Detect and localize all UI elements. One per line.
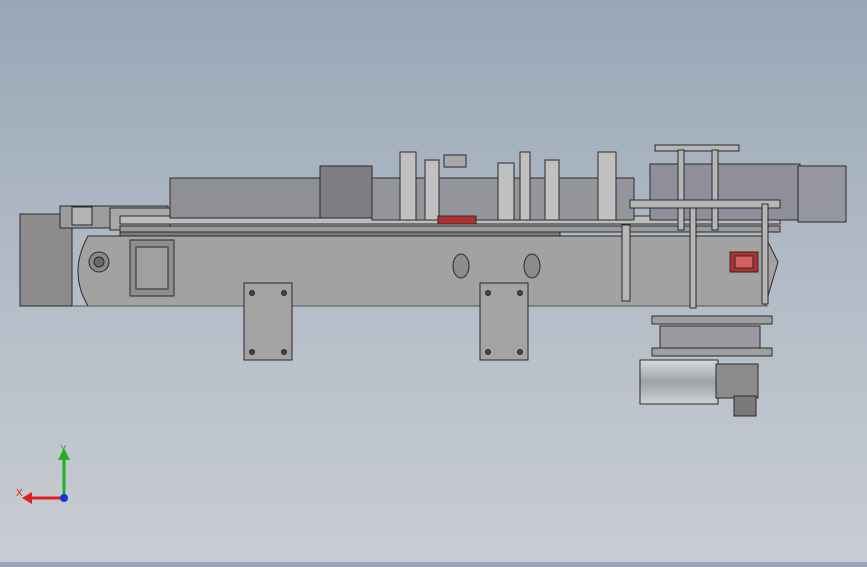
x-axis-arrow-icon [22, 492, 32, 504]
x-axis-label: X [16, 488, 23, 499]
main-frame [72, 235, 779, 307]
machine-drawing: Y X [16, 144, 847, 504]
drive-motor-assembly [639, 315, 773, 417]
cad-viewport[interactable]: Y X [0, 0, 867, 562]
orientation-triad: Y X [16, 444, 70, 504]
y-axis-label: Y [60, 444, 67, 455]
z-axis-dot [60, 494, 68, 502]
